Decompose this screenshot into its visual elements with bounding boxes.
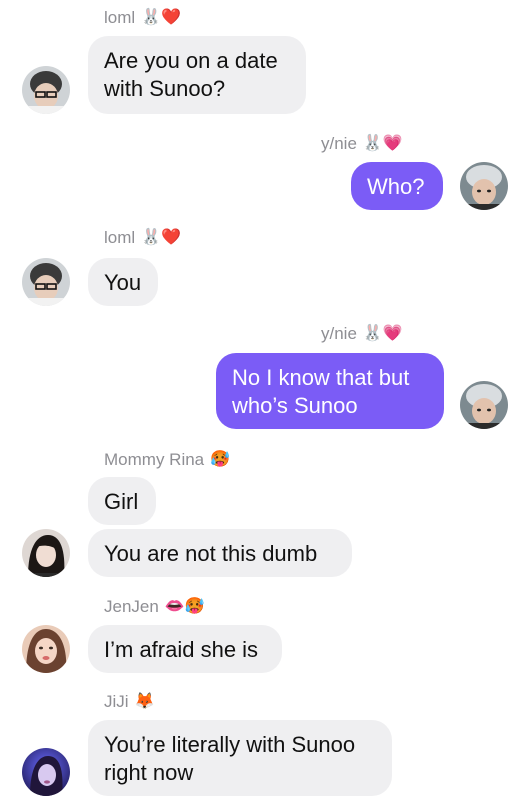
sender-emoji: 🐰💗 bbox=[362, 135, 403, 152]
sender-name: loml 🐰❤️ bbox=[104, 8, 182, 27]
avatar-loml[interactable] bbox=[22, 258, 70, 306]
message-bubble-incoming[interactable]: You are not this dumb bbox=[88, 529, 352, 577]
message-bubble-incoming[interactable]: I’m afraid she is bbox=[88, 625, 282, 673]
sender-emoji: 👄🥵 bbox=[164, 598, 205, 615]
sender-emoji: 🐰❤️ bbox=[141, 9, 182, 26]
sender-emoji: 🐰💗 bbox=[362, 325, 403, 342]
message-bubble-incoming[interactable]: You’re literally with Sunoo right now bbox=[88, 720, 392, 796]
message-bubble-incoming[interactable]: Girl bbox=[88, 477, 156, 525]
avatar-mommy-rina[interactable] bbox=[22, 529, 70, 577]
avatar-loml[interactable] bbox=[22, 66, 70, 114]
avatar-jiji[interactable] bbox=[22, 748, 70, 796]
message-bubble-incoming[interactable]: You bbox=[88, 258, 158, 306]
avatar-ynie[interactable] bbox=[460, 381, 508, 429]
sender-emoji: 🦊 bbox=[134, 693, 155, 710]
message-bubble-incoming[interactable]: Are you on a date with Sunoo? bbox=[88, 36, 306, 114]
sender-name: JenJen 👄🥵 bbox=[104, 597, 205, 616]
sender-emoji: 🥵 bbox=[210, 451, 231, 468]
sender-name: JiJi 🦊 bbox=[104, 692, 155, 711]
message-bubble-outgoing[interactable]: Who? bbox=[351, 162, 443, 210]
chat-thread: loml 🐰❤️ Are you on a date with Sunoo? y/… bbox=[0, 0, 531, 810]
sender-name: Mommy Rina 🥵 bbox=[104, 450, 231, 469]
sender-name: y/nie 🐰💗 bbox=[321, 134, 403, 153]
sender-name: loml 🐰❤️ bbox=[104, 228, 182, 247]
avatar-jenjen[interactable] bbox=[22, 625, 70, 673]
sender-emoji: 🐰❤️ bbox=[141, 229, 182, 246]
message-bubble-outgoing[interactable]: No I know that but who’s Sunoo bbox=[216, 353, 444, 429]
avatar-ynie[interactable] bbox=[460, 162, 508, 210]
sender-name: y/nie 🐰💗 bbox=[321, 324, 403, 343]
